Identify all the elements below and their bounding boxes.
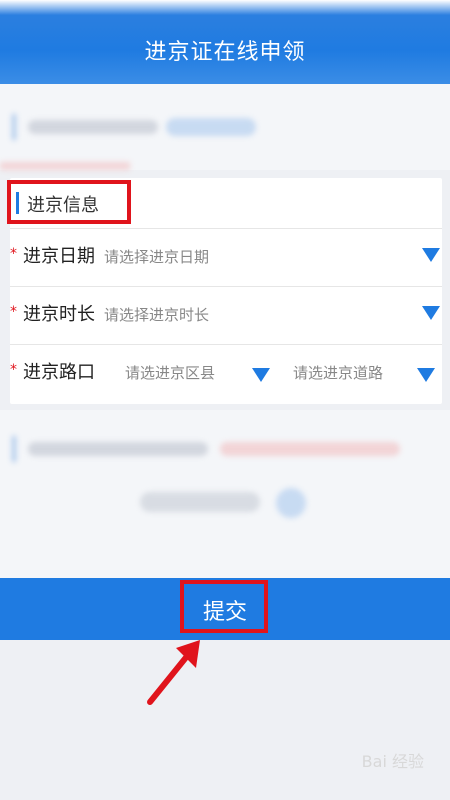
district-select[interactable]: 请选进京区县 <box>125 362 215 383</box>
road-select[interactable]: 请选进京道路 <box>293 362 383 383</box>
entry-duration-row[interactable]: * 进京时长 请选择进京时长 <box>10 286 442 345</box>
entry-date-select[interactable]: 请选择进京日期 <box>104 246 209 267</box>
blurred-section-bottom <box>0 410 450 578</box>
watermark-logo: Bai 经验 <box>361 752 424 771</box>
chevron-down-icon[interactable] <box>252 368 270 382</box>
app-header: 进京证在线申领 <box>0 0 450 84</box>
entry-point-label: 进京路口 <box>23 362 95 383</box>
required-mark: * <box>10 362 17 378</box>
entry-duration-select[interactable]: 请选择进京时长 <box>104 304 209 325</box>
required-mark: * <box>10 304 17 320</box>
entry-date-row[interactable]: * 进京日期 请选择进京日期 <box>10 228 442 287</box>
highlight-box <box>180 580 268 633</box>
entry-point-row: * 进京路口 请选进京区县 请选进京道路 <box>10 344 442 402</box>
chevron-down-icon[interactable] <box>422 306 440 320</box>
chevron-down-icon[interactable] <box>422 248 440 262</box>
entry-date-label: 进京日期 <box>23 246 95 267</box>
page-title: 进京证在线申领 <box>144 40 306 65</box>
blurred-section-top <box>0 84 450 170</box>
highlight-box <box>7 180 131 224</box>
entry-duration-label: 进京时长 <box>23 304 95 325</box>
required-mark: * <box>10 246 17 262</box>
pointer-arrow-icon <box>147 640 200 705</box>
chevron-down-icon[interactable] <box>417 368 435 382</box>
